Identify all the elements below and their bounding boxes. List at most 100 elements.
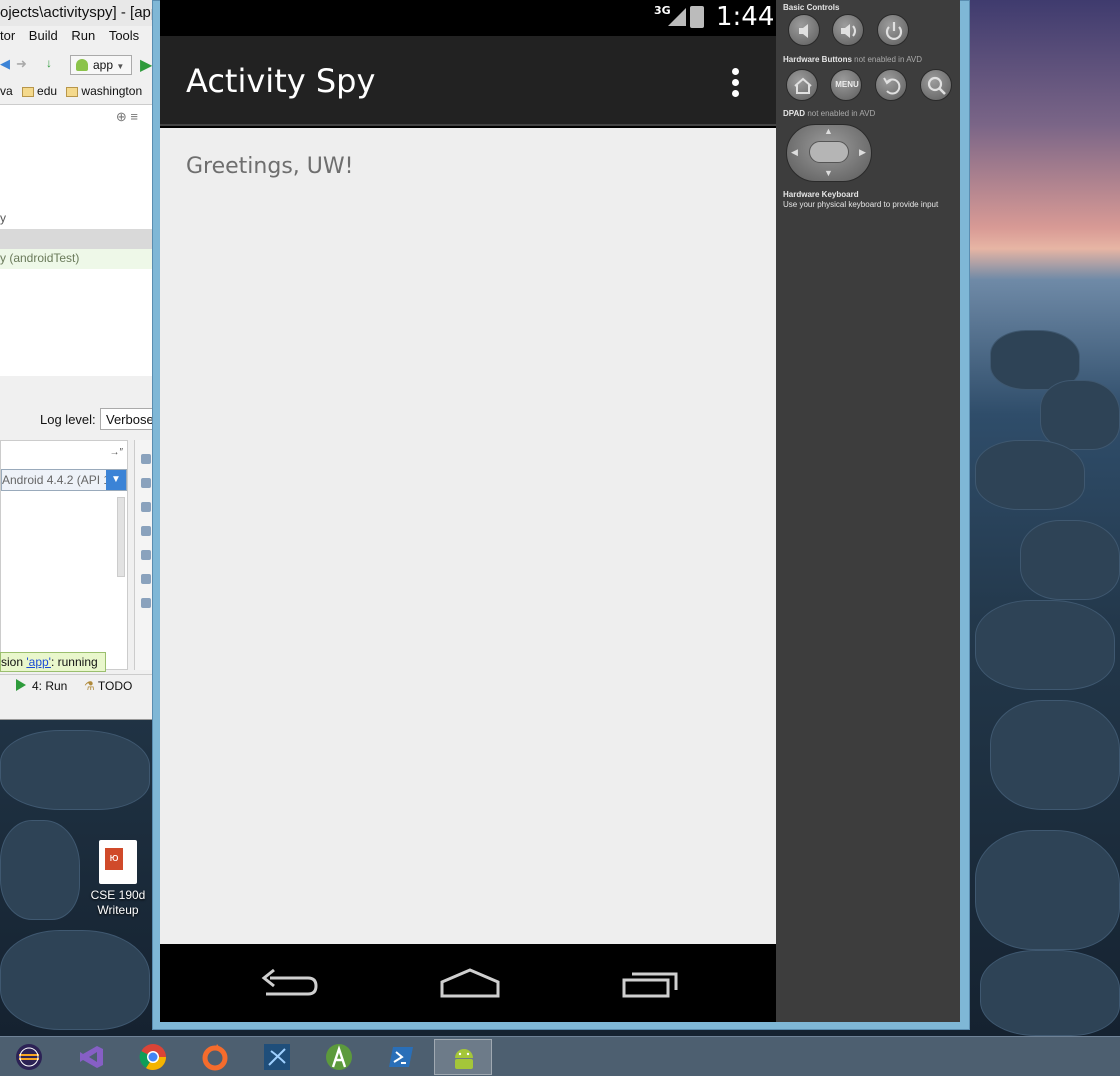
desktop-file-caption: CSE 190d Writeup — [90, 888, 146, 917]
scroll-from-source-icon[interactable]: ⊕ ≡ — [116, 109, 138, 125]
dpad-right-icon[interactable]: ▶ — [859, 147, 866, 158]
clear-log-icon[interactable] — [141, 478, 151, 488]
run-config-select[interactable]: app ▼ — [70, 55, 132, 75]
pin-icon[interactable]: →″ — [109, 447, 123, 458]
eclipse-icon — [16, 1044, 42, 1070]
breadcrumb-edu[interactable]: edu — [37, 84, 57, 98]
log-level-label: Log level: — [40, 412, 96, 427]
taskbar-origin[interactable] — [186, 1039, 244, 1075]
hw-menu-button[interactable]: MENU — [830, 69, 862, 101]
dpad-center-button[interactable] — [809, 141, 849, 163]
search-icon — [927, 76, 946, 95]
run-status-tooltip: sion 'app': running — [0, 652, 106, 672]
dpad-control[interactable]: ▲ ▼ ◀ ▶ — [786, 124, 872, 182]
activity-content: Greetings, UW! — [160, 128, 776, 944]
back-button[interactable] — [256, 964, 326, 1004]
home-icon — [440, 968, 500, 998]
tool-window-tabs: 4: Run ⚗ TODO — [0, 674, 152, 696]
menu-run[interactable]: Run — [71, 28, 95, 43]
breadcrumb: va edu washington — [0, 80, 152, 104]
overflow-menu-icon[interactable] — [730, 68, 742, 98]
dpad-left-icon[interactable]: ◀ — [791, 147, 798, 158]
taskbar-visual-studio[interactable] — [62, 1039, 120, 1075]
back-arrow-icon[interactable]: ◀ — [0, 56, 10, 72]
emulator-screen[interactable]: 3G 1:44 Activity Spy Greetings, UW! — [160, 0, 776, 1022]
taskbar-powershell[interactable] — [372, 1039, 430, 1075]
breadcrumb-java-partial[interactable]: va — [0, 84, 13, 98]
todo-icon: ⚗ — [84, 679, 95, 693]
android-studio-window: ojects\activityspy] - [app tor Build Run… — [0, 0, 152, 720]
android-studio-icon — [326, 1044, 352, 1070]
pidgin-icon — [264, 1044, 290, 1070]
visual-studio-icon — [80, 1046, 103, 1068]
home-button[interactable] — [436, 964, 506, 1004]
pdf-document-icon: ю — [99, 840, 137, 884]
dpad-down-icon[interactable]: ▼ — [824, 168, 833, 178]
devices-panel: →″ Android 4.4.2 (API 19 ▼ — [0, 440, 128, 670]
logcat-toolbar: Log level: Verbose — [0, 406, 152, 432]
greeting-text: Greetings, UW! — [186, 154, 354, 179]
android-icon — [76, 59, 88, 71]
forward-arrow-icon[interactable]: ➜ — [16, 56, 27, 72]
tab-todo[interactable]: ⚗ TODO — [84, 679, 132, 693]
back-icon — [883, 77, 901, 95]
emulator-controls-panel: Basic Controls Hardware Buttons not enab… — [776, 0, 960, 1022]
desktop-file-cse190d-writeup[interactable]: ю CSE 190d Writeup — [86, 840, 150, 918]
volume-down-button[interactable] — [788, 14, 820, 46]
recent-apps-button[interactable] — [616, 964, 686, 1004]
hw-search-button[interactable] — [920, 69, 952, 101]
home-icon — [794, 77, 812, 94]
menu-label: MENU — [835, 80, 859, 89]
menu-tools[interactable]: Tools — [109, 28, 139, 43]
status-app-link[interactable]: 'app' — [26, 655, 51, 669]
status-clock: 1:44 — [716, 2, 775, 32]
scroll-up-icon[interactable] — [141, 502, 151, 512]
hw-back-button[interactable] — [875, 69, 907, 101]
dpad-heading: DPAD not enabled in AVD — [783, 109, 876, 118]
battery-icon — [690, 6, 704, 28]
run-icon[interactable]: ▶ — [140, 55, 152, 75]
logcat-side-toolbar — [134, 440, 152, 670]
device-select[interactable]: Android 4.4.2 (API 19 ▼ — [1, 469, 127, 491]
soft-wrap-icon[interactable] — [141, 550, 151, 560]
hardware-keyboard-info: Hardware Keyboard Use your physical keyb… — [783, 190, 939, 209]
scrollbar[interactable] — [117, 497, 125, 577]
breadcrumb-washington[interactable]: washington — [81, 84, 142, 98]
tree-item-partial[interactable]: y — [0, 211, 6, 225]
menu-build[interactable]: Build — [29, 28, 58, 43]
power-button[interactable] — [877, 14, 909, 46]
layout-icon[interactable] — [141, 454, 151, 464]
volume-up-button[interactable] — [832, 14, 864, 46]
basic-controls-heading: Basic Controls — [783, 3, 840, 12]
taskbar-eclipse[interactable] — [0, 1039, 58, 1075]
tab-run[interactable]: 4: Run — [16, 679, 67, 693]
signal-icon — [668, 8, 686, 26]
chrome-icon — [139, 1044, 167, 1071]
menu-edit-partial[interactable]: tor — [0, 28, 15, 43]
app-action-bar: Activity Spy — [160, 36, 776, 126]
print-icon[interactable] — [141, 574, 151, 584]
folder-icon — [66, 86, 79, 97]
taskbar-android-emulator[interactable] — [434, 1039, 492, 1075]
chevron-down-icon[interactable]: ▼ — [106, 470, 126, 490]
volume-down-icon — [799, 24, 808, 38]
hardware-buttons-heading: Hardware Buttons not enabled in AVD — [783, 55, 923, 64]
origin-icon — [202, 1044, 228, 1071]
ide-toolbar: ◀ ➜ ↓ app ▼ ▶ — [0, 52, 152, 78]
restart-icon[interactable] — [141, 598, 151, 608]
taskbar-pidgin[interactable] — [248, 1039, 306, 1075]
windows-taskbar — [0, 1036, 1120, 1076]
hw-home-button[interactable] — [786, 69, 818, 101]
taskbar-android-studio[interactable] — [310, 1039, 368, 1075]
android-status-bar: 3G 1:44 — [160, 0, 776, 36]
tree-item-androidtest[interactable]: y (androidTest) — [0, 249, 152, 269]
sync-icon[interactable]: ↓ — [46, 56, 52, 70]
back-icon — [261, 968, 318, 996]
powershell-icon — [389, 1047, 413, 1067]
taskbar-chrome[interactable] — [124, 1039, 182, 1075]
dpad-up-icon[interactable]: ▲ — [824, 126, 833, 136]
tree-row-selected[interactable] — [0, 229, 152, 249]
log-level-select[interactable]: Verbose — [100, 408, 152, 430]
scroll-down-icon[interactable] — [141, 526, 151, 536]
android-emulator-icon — [455, 1049, 473, 1069]
